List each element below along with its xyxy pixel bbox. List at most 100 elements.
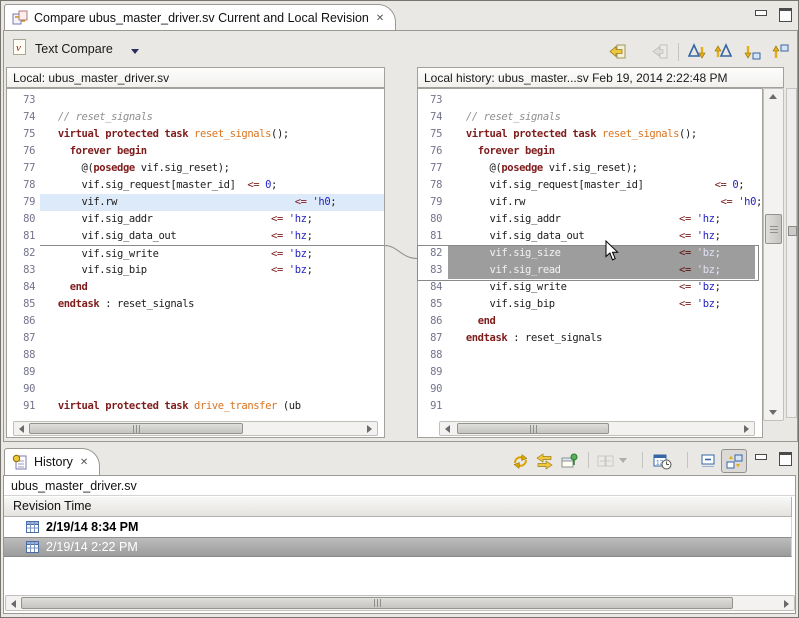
code-line: 75 virtual protected task reset_signals(…	[418, 126, 762, 143]
tab-compare-editor[interactable]: Compare ubus_master_driver.sv Current an…	[4, 4, 396, 31]
line-number: 89	[418, 364, 448, 381]
compare-with-each-other-icon	[596, 452, 615, 471]
revision-row[interactable]: 2/19/14 8:34 PM	[4, 517, 792, 537]
group-by-date-button[interactable]: 12	[651, 450, 673, 472]
right-pane-header: Local history: ubus_master...sv Feb 19, …	[417, 67, 784, 88]
line-number: 84	[7, 279, 40, 296]
scroll-right-icon[interactable]	[744, 425, 749, 433]
history-horizontal-scrollbar[interactable]	[5, 595, 795, 611]
code-line: 73	[7, 92, 384, 109]
code-line: 82 vif.sig_write <= 'bz;	[7, 245, 384, 262]
collapse-all-button[interactable]	[697, 450, 719, 472]
toolbar-separator	[687, 452, 688, 468]
toolbar-separator	[588, 452, 589, 468]
line-number: 81	[7, 228, 40, 245]
link-with-editor-button[interactable]	[533, 450, 555, 472]
line-number: 87	[7, 330, 40, 347]
tab-history-view[interactable]: History ✕	[4, 448, 100, 475]
scroll-left-icon[interactable]	[11, 600, 16, 608]
line-number: 82	[418, 245, 448, 262]
code-line: 84 vif.sig_write <= 'bz;	[418, 279, 762, 296]
revision-row[interactable]: 2/19/14 2:22 PM	[4, 537, 792, 557]
scroll-right-icon[interactable]	[367, 425, 372, 433]
code-line: 89	[418, 364, 762, 381]
line-number: 83	[7, 262, 40, 279]
close-icon[interactable]: ✕	[375, 13, 385, 24]
code-line: 79 vif.rw <= 'h0;	[7, 194, 384, 211]
line-number: 76	[418, 143, 448, 160]
line-number: 74	[7, 109, 40, 126]
line-number: 88	[7, 347, 40, 364]
maximize-button[interactable]	[777, 8, 793, 22]
collapse-all-icon	[699, 452, 718, 471]
right-vertical-scrollbar[interactable]	[763, 88, 784, 421]
compare-mode-toggle[interactable]	[721, 449, 747, 473]
line-number: 91	[418, 398, 448, 415]
line-number: 89	[7, 364, 40, 381]
pin-view-button[interactable]	[558, 450, 580, 472]
close-icon[interactable]: ✕	[79, 457, 89, 468]
line-number: 86	[418, 313, 448, 330]
maximize-button[interactable]	[777, 452, 793, 466]
refresh-button[interactable]	[509, 450, 531, 472]
minimize-button[interactable]	[753, 8, 769, 22]
compare-mode-icon	[725, 452, 744, 471]
code-line: 78 vif.sig_request[master_id] <= 0;	[7, 177, 384, 194]
compare-editor-icon	[12, 10, 28, 26]
left-code-pane[interactable]: 7374 // reset_signals75 virtual protecte…	[6, 88, 385, 438]
copy-all-right-to-left-button[interactable]	[607, 41, 629, 63]
next-change-icon	[742, 42, 762, 62]
line-number: 90	[7, 381, 40, 398]
right-code-lines: 7374 // reset_signals75 virtual protecte…	[418, 92, 762, 415]
line-number: 79	[7, 194, 40, 211]
scroll-down-icon[interactable]	[769, 410, 777, 415]
chevron-down-icon	[131, 49, 139, 54]
next-change-button[interactable]	[741, 41, 763, 63]
code-line: 86 end	[418, 313, 762, 330]
overview-ruler[interactable]	[786, 88, 797, 418]
copy-current-left-icon	[650, 42, 670, 62]
code-line: 79 vif.rw <= 'h0;	[418, 194, 762, 211]
line-number: 82	[7, 245, 40, 262]
left-code-lines: 7374 // reset_signals75 virtual protecte…	[7, 92, 384, 415]
scrollbar-thumb[interactable]	[29, 423, 243, 434]
compare-mode-dropdown[interactable]	[131, 49, 139, 54]
history-icon	[12, 454, 28, 470]
scroll-right-icon[interactable]	[784, 600, 789, 608]
previous-change-button[interactable]	[769, 41, 791, 63]
right-code-pane[interactable]: 7374 // reset_signals75 virtual protecte…	[417, 88, 763, 438]
code-line: 83 vif.sig_bip <= 'bz;	[7, 262, 384, 279]
revision-time: 2/19/14 8:34 PM	[46, 520, 138, 534]
scroll-left-icon[interactable]	[445, 425, 450, 433]
compare-with-each-other-button-disabled	[595, 450, 615, 472]
copy-all-left-icon	[608, 42, 628, 62]
code-line: 85 vif.sig_bip <= 'bz;	[418, 296, 762, 313]
scrollbar-thumb[interactable]	[21, 597, 733, 609]
eclipse-window: Compare ubus_master_driver.sv Current an…	[0, 0, 799, 618]
left-horizontal-scrollbar[interactable]	[13, 421, 378, 436]
right-horizontal-scrollbar[interactable]	[439, 421, 755, 436]
code-line: 80 vif.sig_addr <= 'hz;	[7, 211, 384, 228]
scroll-left-icon[interactable]	[19, 425, 24, 433]
next-difference-button[interactable]	[685, 41, 707, 63]
code-line: 90	[7, 381, 384, 398]
copy-current-right-to-left-button[interactable]	[649, 41, 671, 63]
line-number: 78	[7, 177, 40, 194]
scroll-up-icon[interactable]	[769, 94, 777, 99]
scrollbar-thumb[interactable]	[765, 214, 782, 244]
revision-table-icon	[26, 521, 39, 533]
line-number: 79	[418, 194, 448, 211]
code-line: 74 // reset_signals	[418, 109, 762, 126]
code-line: 81 vif.sig_data_out <= 'hz;	[418, 228, 762, 245]
diff-marker[interactable]	[788, 226, 797, 236]
code-line: 81 vif.sig_data_out <= 'hz;	[7, 228, 384, 245]
code-line: 76 forever begin	[7, 143, 384, 160]
line-number: 75	[7, 126, 40, 143]
maximize-icon	[779, 8, 792, 22]
minimize-button[interactable]	[753, 452, 769, 466]
previous-difference-button[interactable]	[713, 41, 735, 63]
line-number: 85	[7, 296, 40, 313]
scrollbar-thumb[interactable]	[457, 423, 609, 434]
code-line: 77 @(posedge vif.sig_reset);	[418, 160, 762, 177]
revision-time-column-header[interactable]: Revision Time	[4, 497, 792, 517]
